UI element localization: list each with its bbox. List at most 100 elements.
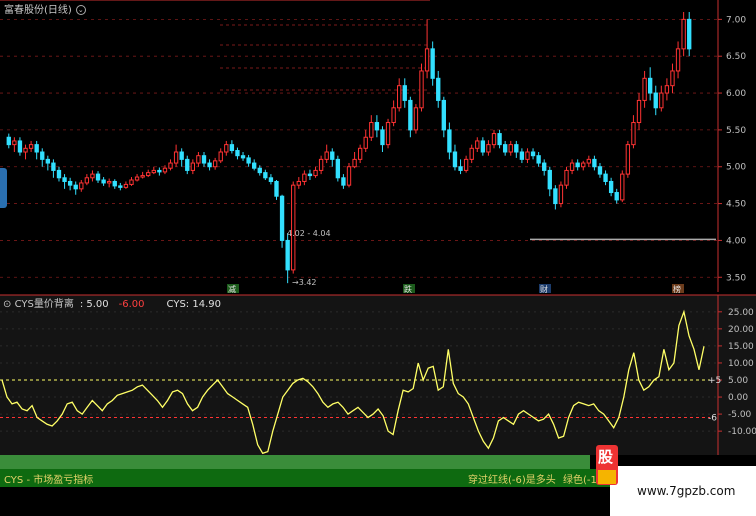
- candle-body: [402, 85, 407, 101]
- candle-body: [201, 155, 207, 164]
- event-label: 减: [228, 284, 236, 294]
- candle-body: [67, 180, 73, 186]
- price-tick-label: 3.50: [726, 273, 746, 283]
- candle-body: [6, 136, 11, 146]
- candle-body: [469, 147, 474, 160]
- candle-body: [240, 155, 246, 159]
- candle-body: [430, 48, 435, 79]
- candle-body: [397, 85, 402, 109]
- candle-body: [447, 129, 452, 153]
- candle-body: [675, 48, 681, 72]
- candle-body: [157, 169, 162, 173]
- candle-body: [385, 122, 391, 146]
- footer-middle-text: 穿过红线(-6)是多头: [468, 475, 556, 486]
- candle-body: [212, 160, 218, 168]
- panel-drag-handle[interactable]: [0, 168, 7, 208]
- candle-body: [536, 155, 541, 164]
- candle-body: [330, 151, 335, 160]
- candle-body: [279, 195, 285, 241]
- candle-body: [603, 173, 608, 182]
- candle-body: [597, 166, 603, 175]
- candle-body: [592, 158, 597, 168]
- indicator-tick-label: 5.00: [728, 376, 748, 386]
- indicator-name: CYS量价背离: [14, 299, 74, 310]
- candle-body: [285, 239, 290, 271]
- candle-body: [424, 48, 430, 72]
- watermark-logo: 股: [596, 445, 618, 485]
- candle-body: [28, 144, 34, 149]
- candle-body: [391, 107, 396, 124]
- candle-body: [291, 184, 296, 271]
- candle-body: [608, 180, 614, 194]
- price-tick-label: 4.00: [726, 236, 746, 246]
- candle-body: [530, 151, 536, 157]
- watermark-logo-char: 股: [598, 448, 614, 466]
- indicator-value-2: -6.00: [118, 299, 145, 310]
- candle-body: [235, 150, 240, 157]
- candle-body: [569, 162, 575, 171]
- chevron-down-icon[interactable]: ⌄: [75, 5, 86, 15]
- candle-body: [51, 162, 56, 171]
- candle-body: [369, 122, 374, 138]
- candle-body: [296, 180, 301, 186]
- candle-body: [502, 144, 508, 153]
- candle-body: [168, 162, 173, 169]
- candle-body: [17, 140, 23, 153]
- candle-body: [101, 179, 106, 184]
- candle-body: [564, 169, 569, 186]
- candle-body: [475, 140, 480, 149]
- candle-body: [118, 185, 123, 188]
- candle-body: [95, 173, 101, 181]
- candle-body: [519, 151, 525, 160]
- watermark-site: www.7gpzb.com: [637, 484, 736, 498]
- candle-body: [463, 158, 469, 171]
- candle-body: [514, 144, 519, 153]
- candle-body: [196, 155, 201, 164]
- indicator-tick-label: 25.00: [728, 308, 754, 318]
- candle-body: [218, 151, 223, 162]
- indicator-toggle-icon[interactable]: ⊙: [3, 299, 15, 310]
- indicator-tick-label: 10.00: [728, 359, 754, 369]
- indicator-header: ⊙ CYS量价背离: 5.00 -6.00 CYS: 14.90: [3, 295, 221, 310]
- candle-body: [318, 158, 324, 171]
- candle-body: [34, 144, 39, 153]
- candle-body: [346, 166, 352, 186]
- candle-body: [257, 167, 262, 174]
- candle-body: [625, 144, 631, 175]
- candle-body: [224, 144, 229, 153]
- candle-body: [408, 99, 413, 131]
- annotation-low: →3.42: [292, 278, 317, 287]
- candle-body: [207, 162, 212, 168]
- candle-body: [636, 99, 642, 124]
- candle-body: [313, 169, 318, 177]
- candle-body: [45, 158, 51, 164]
- candle-body: [173, 151, 179, 164]
- candlestick-chart[interactable]: 3.50 4.00 4.50 5.00 5.50 6.00 6.50 7.00 4.02 - …: [0, 0, 756, 487]
- candle-body: [480, 140, 486, 153]
- chart-title: 富春股份(日线) ⌄: [4, 1, 86, 16]
- candle-body: [129, 179, 134, 185]
- candle-body: [84, 177, 90, 184]
- candle-body: [134, 176, 140, 181]
- candle-body: [268, 177, 274, 182]
- candle-body: [436, 77, 441, 101]
- candle-body: [547, 169, 552, 190]
- candle-body: [352, 158, 357, 168]
- candle-body: [79, 182, 84, 190]
- candle-body: [252, 162, 257, 169]
- candle-body: [575, 162, 580, 168]
- candle-body: [452, 151, 458, 168]
- candle-body: [12, 140, 17, 146]
- indicator-tick-label: 0.00: [728, 393, 748, 403]
- candle-body: [374, 122, 380, 131]
- candle-body: [112, 180, 117, 187]
- indicator-tick-label: -10.00: [728, 427, 756, 437]
- candle-body: [23, 147, 28, 153]
- candle-body: [274, 180, 279, 197]
- candle-body: [324, 151, 329, 160]
- price-tick-label: 6.50: [726, 52, 746, 62]
- candle-body: [508, 144, 513, 153]
- candle-body: [56, 169, 62, 179]
- candle-body: [458, 166, 463, 171]
- candle-body: [413, 107, 419, 131]
